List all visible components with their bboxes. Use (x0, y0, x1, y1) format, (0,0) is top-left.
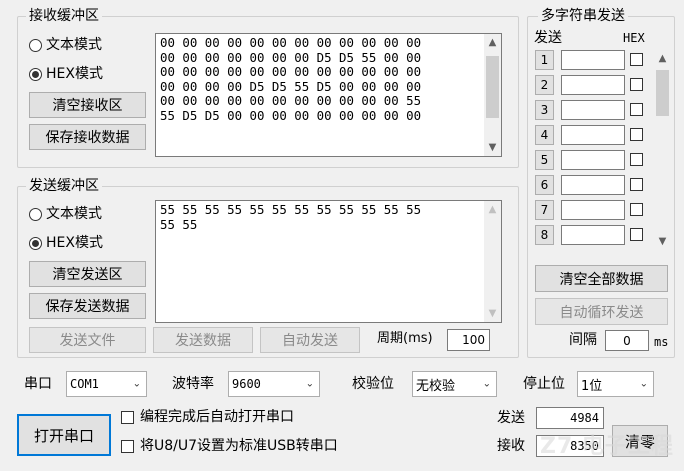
period-input[interactable]: 100 (447, 329, 490, 351)
receive-scrollbar[interactable]: ▲ ▼ (484, 34, 501, 156)
recv-count-label: 接收 (497, 438, 525, 454)
multi-string-input-5[interactable] (561, 150, 625, 170)
multi-hex-checkbox-1[interactable] (630, 53, 643, 66)
multi-hex-checkbox-6[interactable] (630, 178, 643, 191)
scroll-up-icon[interactable]: ▲ (654, 50, 671, 67)
save-receive-button[interactable]: 保存接收数据 (29, 124, 146, 150)
multi-string-input-8[interactable] (561, 225, 625, 245)
receive-hex-mode-label[interactable]: HEX模式 (46, 65, 103, 83)
chevron-down-icon: ⌄ (639, 378, 648, 390)
send-text-mode-radio[interactable] (29, 208, 42, 221)
multi-hex-checkbox-3[interactable] (630, 103, 643, 116)
send-data-button[interactable]: 发送数据 (153, 327, 253, 353)
save-send-button[interactable]: 保存发送数据 (29, 293, 146, 319)
receive-data-text: 00 00 00 00 00 00 00 00 00 00 00 00 00 0… (160, 35, 422, 123)
interval-label: 间隔 (569, 332, 597, 348)
baud-select[interactable]: 9600 ⌄ (228, 371, 320, 397)
open-port-button[interactable]: 打开串口 (17, 414, 111, 456)
multi-string-input-1[interactable] (561, 50, 625, 70)
scroll-thumb[interactable] (656, 70, 669, 116)
multi-send-button-6[interactable]: 6 (535, 175, 554, 195)
scroll-thumb[interactable] (486, 56, 499, 118)
port-select[interactable]: COM1 ⌄ (66, 371, 147, 397)
stop-bit-label: 停止位 (523, 376, 565, 392)
multi-hex-checkbox-5[interactable] (630, 153, 643, 166)
send-data-text: 55 55 55 55 55 55 55 55 55 55 55 55 55 5… (160, 202, 422, 232)
multi-string-input-6[interactable] (561, 175, 625, 195)
send-scrollbar[interactable]: ▲ ▼ (484, 201, 501, 322)
sent-count-field: 4984 (536, 407, 604, 429)
multi-send-button-7[interactable]: 7 (535, 200, 554, 220)
chevron-down-icon: ⌄ (305, 378, 314, 390)
multi-string-input-3[interactable] (561, 100, 625, 120)
interval-input[interactable]: 0 (605, 330, 649, 351)
send-file-button[interactable]: 发送文件 (29, 327, 146, 353)
multi-string-input-4[interactable] (561, 125, 625, 145)
parity-label: 校验位 (352, 376, 394, 392)
multi-string-input-2[interactable] (561, 75, 625, 95)
multi-send-button-4[interactable]: 4 (535, 125, 554, 145)
multi-hex-checkbox-4[interactable] (630, 128, 643, 141)
multi-send-button-3[interactable]: 3 (535, 100, 554, 120)
send-data-textarea[interactable]: 55 55 55 55 55 55 55 55 55 55 55 55 55 5… (155, 200, 502, 323)
send-buffer-title: 发送缓冲区 (26, 177, 102, 195)
receive-data-textarea[interactable]: 00 00 00 00 00 00 00 00 00 00 00 00 00 0… (155, 33, 502, 157)
port-select-value: COM1 (70, 377, 99, 391)
multi-hex-checkbox-7[interactable] (630, 203, 643, 216)
receive-text-mode-radio[interactable] (29, 39, 42, 52)
auto-loop-send-button[interactable]: 自动循环发送 (535, 298, 668, 325)
sent-count-label: 发送 (497, 410, 525, 426)
parity-select-value: 无校验 (416, 378, 456, 394)
receive-text-mode-label[interactable]: 文本模式 (46, 36, 102, 54)
send-hex-mode-label[interactable]: HEX模式 (46, 234, 103, 252)
multi-hex-checkbox-2[interactable] (630, 78, 643, 91)
clear-send-button[interactable]: 清空发送区 (29, 261, 146, 287)
multi-hex-checkbox-8[interactable] (630, 228, 643, 241)
multi-col-send-label: 发送 (534, 30, 562, 46)
watermark-text: Z7 电子工程 (540, 434, 674, 459)
multi-col-hex-label: HEX (623, 31, 645, 45)
multi-string-scrollbar[interactable]: ▲ ▼ (654, 50, 671, 250)
stop-bit-select-value: 1位 (581, 378, 603, 394)
multi-send-button-2[interactable]: 2 (535, 75, 554, 95)
multi-send-button-1[interactable]: 1 (535, 50, 554, 70)
baud-select-value: 9600 (232, 377, 261, 391)
port-label: 串口 (24, 376, 52, 392)
scroll-down-icon[interactable]: ▼ (654, 233, 671, 250)
multi-send-button-5[interactable]: 5 (535, 150, 554, 170)
chevron-down-icon: ⌄ (482, 378, 491, 390)
baud-label: 波特率 (172, 376, 214, 392)
period-value: 100 (462, 333, 485, 347)
stop-bit-select[interactable]: 1位 ⌄ (577, 371, 654, 397)
auto-open-checkbox[interactable] (121, 411, 134, 424)
chevron-down-icon: ⌄ (132, 378, 141, 390)
scroll-up-icon[interactable]: ▲ (484, 201, 501, 218)
interval-value: 0 (623, 333, 631, 348)
clear-receive-button[interactable]: 清空接收区 (29, 92, 146, 118)
usb-setting-label[interactable]: 将U8/U7设置为标准USB转串口 (140, 437, 338, 455)
period-label: 周期(ms) (377, 331, 433, 346)
sent-count-value: 4984 (570, 411, 599, 425)
receive-hex-mode-radio[interactable] (29, 68, 42, 81)
interval-unit: ms (654, 335, 669, 349)
auto-send-button[interactable]: 自动发送 (260, 327, 360, 353)
scroll-up-icon[interactable]: ▲ (484, 34, 501, 51)
parity-select[interactable]: 无校验 ⌄ (412, 371, 497, 397)
scroll-down-icon[interactable]: ▼ (484, 139, 501, 156)
send-hex-mode-radio[interactable] (29, 237, 42, 250)
auto-open-label[interactable]: 编程完成后自动打开串口 (140, 408, 294, 426)
multi-string-title: 多字符串发送 (538, 7, 628, 25)
multi-string-input-7[interactable] (561, 200, 625, 220)
receive-buffer-title: 接收缓冲区 (26, 7, 102, 25)
scroll-down-icon[interactable]: ▼ (484, 305, 501, 322)
clear-all-data-button[interactable]: 清空全部数据 (535, 265, 668, 292)
multi-send-button-8[interactable]: 8 (535, 225, 554, 245)
send-text-mode-label[interactable]: 文本模式 (46, 205, 102, 223)
usb-setting-checkbox[interactable] (121, 440, 134, 453)
